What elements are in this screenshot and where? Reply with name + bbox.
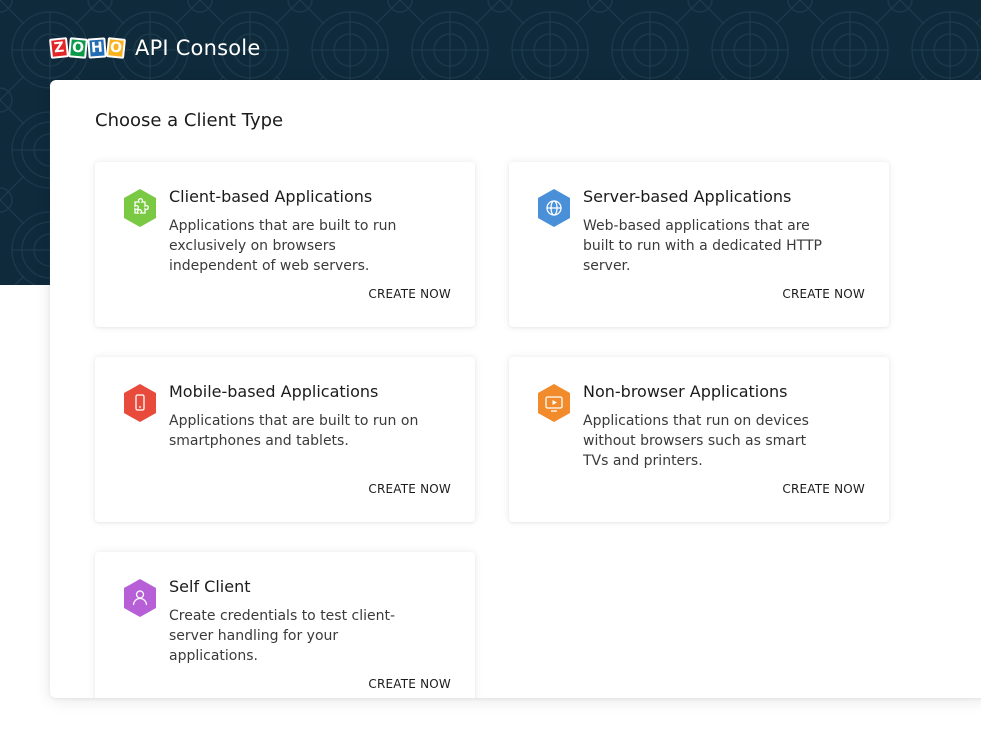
create-now-button[interactable]: CREATE NOW (782, 287, 865, 301)
card-title: Server-based Applications (583, 187, 792, 206)
card-description: Applications that are built to run exclu… (169, 218, 397, 274)
card-client-based[interactable]: Client-based Applications Applications t… (95, 162, 475, 327)
card-non-browser[interactable]: Non-browser Applications Applications th… (509, 357, 889, 522)
logo-letter: O (68, 37, 88, 59)
logo-letter: Z (49, 37, 69, 59)
card-description: Create credentials to test client-server… (169, 608, 396, 664)
card-description: Web-based applications that are built to… (583, 218, 822, 274)
page-title: Choose a Client Type (95, 110, 284, 131)
card-self-client[interactable]: Self Client Create credentials to test c… (95, 552, 475, 698)
logo-letter: O (106, 37, 126, 59)
create-now-button[interactable]: CREATE NOW (782, 482, 865, 496)
card-title: Mobile-based Applications (169, 382, 379, 401)
card-title: Client-based Applications (169, 187, 373, 206)
user-icon (124, 579, 156, 617)
card-title: Self Client (169, 577, 251, 596)
card-description: Applications that run on devices without… (583, 413, 809, 469)
tv-icon (538, 384, 570, 422)
card-description: Applications that are built to run on sm… (169, 413, 419, 449)
zoho-logo: Z O H O (49, 37, 126, 59)
card-server-based[interactable]: Server-based Applications Web-based appl… (509, 162, 889, 327)
client-type-panel: Choose a Client Type Client-based Applic… (50, 80, 981, 698)
create-now-button[interactable]: CREATE NOW (368, 482, 451, 496)
mobile-icon (124, 384, 156, 422)
puzzle-icon (124, 189, 156, 227)
card-mobile-based[interactable]: Mobile-based Applications Applications t… (95, 357, 475, 522)
create-now-button[interactable]: CREATE NOW (368, 677, 451, 691)
logo-letter: H (87, 37, 107, 59)
app-title: API Console (135, 36, 261, 60)
create-now-button[interactable]: CREATE NOW (368, 287, 451, 301)
card-title: Non-browser Applications (583, 382, 788, 401)
brand[interactable]: Z O H O API Console (49, 34, 261, 62)
globe-icon (538, 189, 570, 227)
